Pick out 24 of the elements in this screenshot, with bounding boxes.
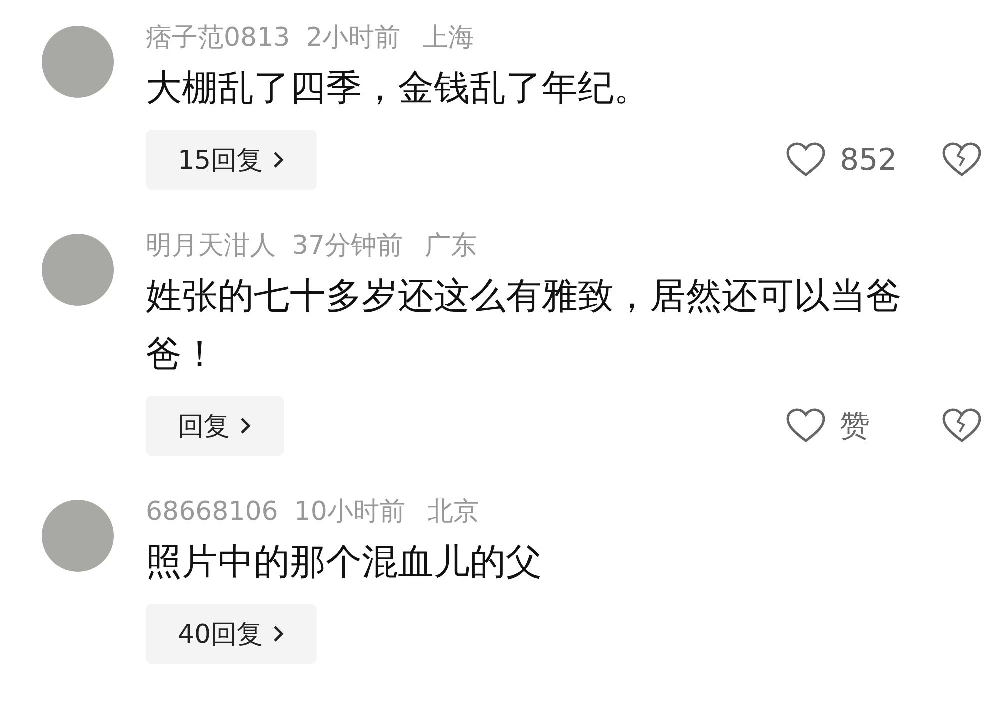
comment-location: 北京 — [427, 496, 480, 529]
comment-text: 大棚乱了四季，金钱乱了年纪。 — [146, 67, 651, 111]
comment-time: 2小时前 — [306, 22, 401, 55]
comment-time: 37分钟前 — [292, 230, 404, 263]
heart-icon[interactable] — [786, 142, 826, 178]
comment-time: 10小时前 — [294, 496, 406, 529]
username: 68668106 — [146, 496, 278, 529]
chevron-right-icon — [273, 624, 286, 644]
chevron-right-icon — [273, 150, 286, 170]
comment-text: 姓张的七十多岁还这么有雅致，居然还可以当爸爸！ — [146, 275, 903, 377]
comment-location: 上海 — [422, 22, 475, 55]
reply-button[interactable]: 15回复 — [146, 130, 318, 190]
broken-heart-icon[interactable] — [942, 408, 982, 444]
comment-location: 广东 — [425, 230, 478, 263]
chevron-right-icon — [240, 416, 252, 436]
heart-icon[interactable] — [786, 408, 826, 444]
username: 明月天泔人 — [146, 230, 276, 263]
reply-button[interactable]: 40回复 — [146, 604, 318, 664]
like-count: 赞 — [840, 408, 871, 446]
reply-button[interactable]: 回复 — [146, 396, 284, 456]
broken-heart-icon[interactable] — [942, 142, 982, 178]
like-count: 852 — [840, 142, 898, 178]
comment-text: 照片中的那个混血儿的父 — [146, 541, 543, 585]
username: 痞子范0813 — [146, 22, 290, 55]
